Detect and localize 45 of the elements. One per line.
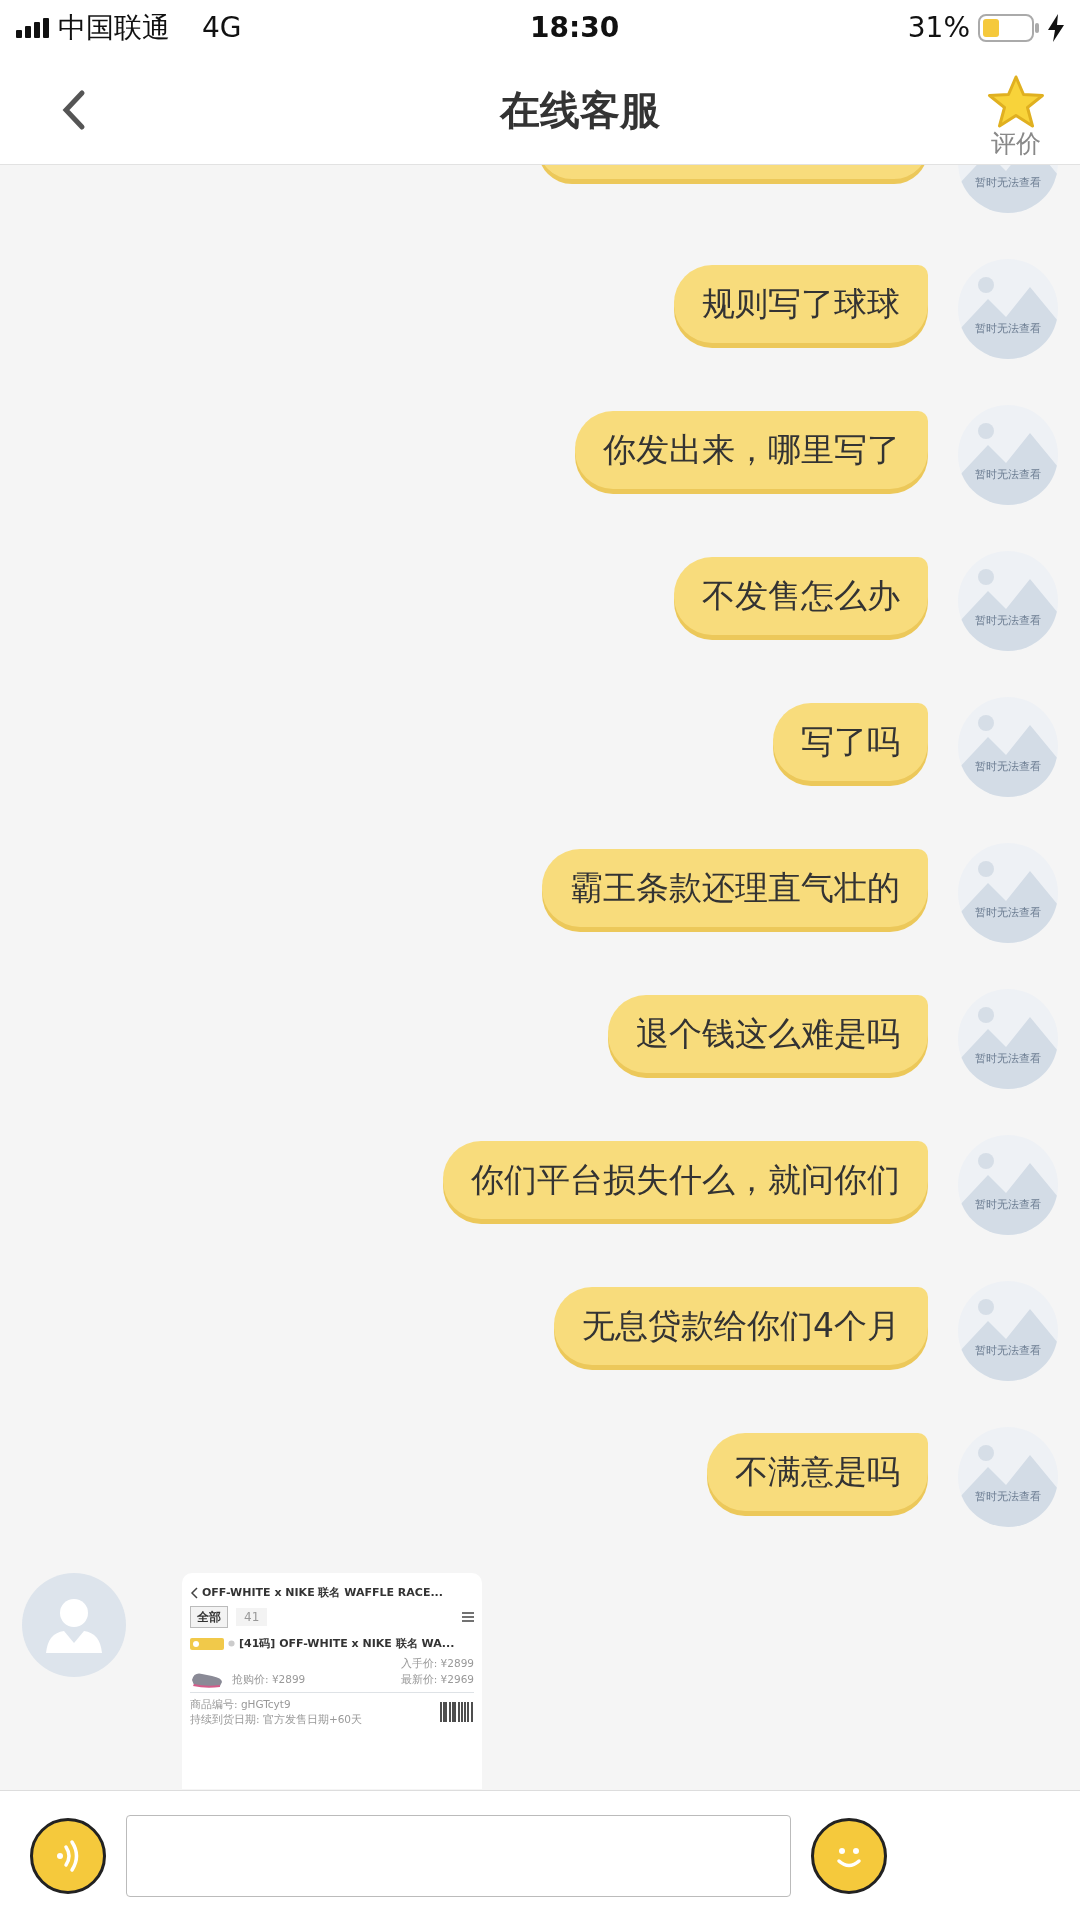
avatar-caption: 暂时无法查看 — [974, 613, 1042, 629]
page-title: 在线客服 — [500, 86, 660, 133]
image-placeholder-icon — [958, 989, 1058, 1089]
menu-icon[interactable] — [462, 1610, 474, 1623]
charging-bolt-icon — [1048, 13, 1064, 42]
message-input[interactable] — [126, 1814, 791, 1897]
avatar-caption: 暂时无法查看 — [974, 175, 1042, 191]
image-placeholder-icon — [958, 405, 1058, 505]
image-placeholder-icon — [958, 1281, 1058, 1381]
screenshot-title: OFF-WHITE x NIKE 联名 WAFFLE RACE... — [202, 1585, 443, 1601]
image-placeholder-icon — [958, 1427, 1058, 1527]
avatar-caption: 暂时无法查看 — [974, 467, 1042, 483]
delivery-date: 持续到货日期: 官方发售日期+60天 — [190, 1712, 363, 1728]
network-label: 4G — [202, 9, 242, 46]
latest-price: 最新价: ¥2969 — [400, 1671, 474, 1687]
barcode-icon — [440, 1702, 474, 1723]
image-placeholder-icon — [958, 1135, 1058, 1235]
image-placeholder-icon — [958, 843, 1058, 943]
user-avatar-icon — [22, 1573, 126, 1677]
product-code: 商品编号: gHGTcyt9 — [190, 1696, 292, 1712]
filter-all-tab[interactable]: 全部 — [190, 1605, 228, 1628]
tag-icon — [190, 1637, 224, 1650]
battery-icon — [978, 13, 1040, 42]
image-placeholder-icon — [958, 551, 1058, 651]
avatar-caption: 暂时无法查看 — [974, 321, 1042, 337]
avatar-caption: 暂时无法查看 — [974, 905, 1042, 921]
avatar-caption: 暂时无法查看 — [974, 1489, 1042, 1505]
clock-time: 18:30 — [529, 9, 621, 46]
star-icon — [986, 73, 1046, 130]
battery-percent: 31% — [907, 9, 970, 46]
image-placeholder-icon — [958, 259, 1058, 359]
item-title: [41码] OFF-WHITE x NIKE 联名 WA... — [239, 1635, 455, 1652]
image-placeholder-icon — [958, 697, 1058, 797]
avatar-caption: 暂时无法查看 — [974, 1051, 1042, 1067]
signal-icon — [16, 17, 50, 38]
back-icon — [190, 1587, 198, 1600]
buy-price: 入手价: ¥2899 — [400, 1656, 474, 1671]
avatar-caption: 暂时无法查看 — [974, 759, 1042, 775]
avatar-caption: 暂时无法查看 — [974, 1343, 1042, 1359]
dot-icon — [228, 1640, 235, 1648]
sale-price: 抢购价: ¥2899 — [232, 1671, 306, 1687]
carrier-label: 中国联通 — [58, 9, 170, 46]
screenshot-card[interactable]: OFF-WHITE x NIKE 联名 WAFFLE RACE... 全部 41 [41码] OFF-WHITE x NIKE 联名 WA... 抢购价: ¥2899 入手价: ¥2899 最新价: ¥2969 商品编号: gHGTcyt9 持续到货日期: 官方发售日期+60天 — [182, 1573, 482, 1789]
rate-button[interactable]: 评价 — [986, 73, 1046, 158]
avatar-caption: 暂时无法查看 — [974, 1197, 1042, 1213]
